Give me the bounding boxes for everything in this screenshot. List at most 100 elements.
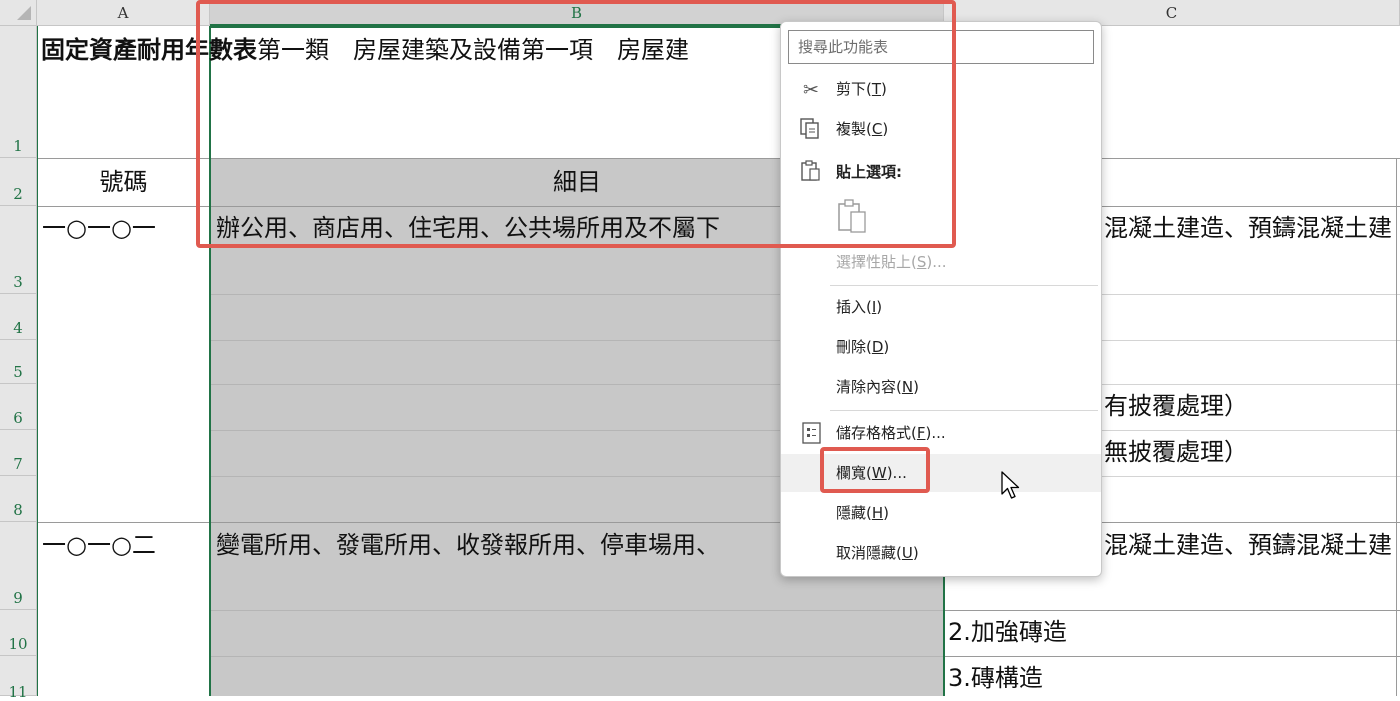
menu-item-label: 複製( [836,120,872,138]
row-header-7[interactable]: 7 [0,430,37,476]
gridline [37,522,1400,523]
cell-c9[interactable]: 混凝土建造、預鑄混凝土建 [1104,525,1392,560]
column-header-a-label: A [117,4,129,22]
menu-item-label: 剪下( [836,80,872,98]
menu-item-accel: W [871,464,887,482]
column-header-a[interactable]: A [37,0,210,26]
row-header-6[interactable]: 6 [0,384,37,430]
select-all-triangle-icon [17,6,31,20]
menu-item-hide[interactable]: 隱藏(H) [781,494,1101,532]
clipboard-icon [801,160,820,181]
menu-item-label-end: ) [876,298,883,316]
row-header-4[interactable]: 4 [0,294,37,340]
cell-c11[interactable]: 3.磚構造 [948,658,1043,693]
format-cells-icon [802,422,821,444]
cell-a2-code-header[interactable]: 號碼 [37,162,210,197]
menu-item-clear-contents[interactable]: 清除內容(N) [781,368,1101,406]
row-header-10[interactable]: 10 [0,610,37,656]
menu-item-label-end: ) [913,378,919,396]
menu-item-cut[interactable]: 剪下(T) [781,70,1101,108]
menu-item-label-end: ) [883,338,890,356]
cell-c6[interactable]: 有披覆處理） [1104,386,1248,421]
menu-item-format-cells[interactable]: 儲存格格式(F)... [781,414,1101,452]
menu-item-accel: S [916,253,927,271]
menu-item-label: 插入( [836,298,872,316]
gridline [1396,158,1397,696]
cell-c3[interactable]: 混凝土建造、預鑄混凝土建 [1104,208,1392,243]
row-header-2[interactable]: 2 [0,158,37,206]
menu-item-accel: C [871,120,883,138]
menu-item-paste-special[interactable]: 選擇性貼上(S)... [781,243,1101,281]
column-header-b-label: B [570,4,583,22]
row-header-label: 6 [13,409,23,427]
gridline [37,206,1400,207]
cell-a9-code[interactable]: 一○一○二 [42,525,156,560]
menu-item-label: 隱藏( [836,504,872,522]
menu-item-label-end: ) [912,544,919,562]
row-header-9[interactable]: 9 [0,522,37,610]
gridline [944,656,1400,657]
menu-item-label-end: )... [886,464,907,482]
menu-item-column-width[interactable]: 欄寬(W)... [781,454,1101,492]
menu-item-copy[interactable]: 複製(C) [781,110,1101,148]
menu-item-label: 刪除( [836,338,872,356]
gridline [210,656,944,657]
copy-icon [800,118,819,139]
menu-item-label: 選擇性貼上( [836,253,917,271]
menu-item-accel: H [871,504,884,522]
menu-item-insert[interactable]: 插入(I) [781,288,1101,326]
cell-c7[interactable]: 無披覆處理） [1104,432,1248,467]
row-header-label: 2 [13,185,23,203]
cell-b9-item[interactable]: 變電所用、發電所用、收發報所用、停車場用、 [216,525,720,560]
row-header-label: 8 [13,501,23,519]
mouse-cursor-icon [1001,471,1020,499]
gridline [210,610,944,611]
menu-item-label: 儲存格格式( [836,424,917,442]
menu-item-accel: T [871,80,882,98]
menu-item-unhide[interactable]: 取消隱藏(U) [781,534,1101,572]
title-bold-text: 固定資產耐用年數表 [41,36,257,64]
row-header-label: 1 [13,137,23,155]
row-header-label: 9 [13,589,23,607]
menu-item-delete[interactable]: 刪除(D) [781,328,1101,366]
gridline [37,26,38,696]
row-header-label: 11 [8,683,28,701]
row-header-11[interactable]: 11 [0,656,37,701]
title-rest-text: 第一類 房屋建築及設備第一項 房屋建 [257,36,689,64]
row-header-5[interactable]: 5 [0,340,37,384]
scissors-icon: ✂ [803,79,819,101]
menu-paste-options-label: 貼上選項: [836,163,902,181]
row-header-label: 7 [13,455,23,473]
gridline [944,610,1400,611]
cell-a3-code[interactable]: 一○一○一 [42,208,156,243]
gridline [37,158,1400,159]
column-header-c-label: C [1165,4,1178,22]
menu-item-label: 清除內容( [836,378,902,396]
row-header-label: 3 [13,273,23,291]
menu-separator [830,410,1098,411]
menu-item-label-end: ) [882,120,889,138]
menu-item-accel: N [901,378,914,396]
row-header-label: 5 [13,363,23,381]
row-header-label: 4 [13,319,23,337]
menu-search-input[interactable]: 搜尋此功能表 [788,30,1094,64]
cell-c10[interactable]: 2.加強磚造 [948,612,1067,647]
menu-item-accel: D [871,338,884,356]
menu-item-label: 取消隱藏( [836,544,902,562]
menu-item-label-end: )... [926,253,947,271]
gridline [944,610,945,696]
cell-a1-title[interactable]: 固定資產耐用年數表第一類 房屋建築及設備第一項 房屋建 [41,30,689,65]
paste-button-icon[interactable] [835,198,869,236]
row-header-8[interactable]: 8 [0,476,37,522]
menu-item-label-end: )... [925,424,946,442]
row-header-1[interactable]: 1 [0,26,37,158]
menu-item-accel: U [901,544,913,562]
row-header-label: 10 [8,635,28,653]
menu-item-label-end: ) [883,504,889,522]
menu-separator [830,285,1098,286]
menu-item-accel: F [916,424,926,442]
row-header-3[interactable]: 3 [0,206,37,294]
cell-b3-item[interactable]: 辦公用、商店用、住宅用、公共場所用及不屬下 [216,208,720,243]
menu-item-label: 欄寬( [836,464,872,482]
menu-item-label-end: ) [881,80,887,98]
